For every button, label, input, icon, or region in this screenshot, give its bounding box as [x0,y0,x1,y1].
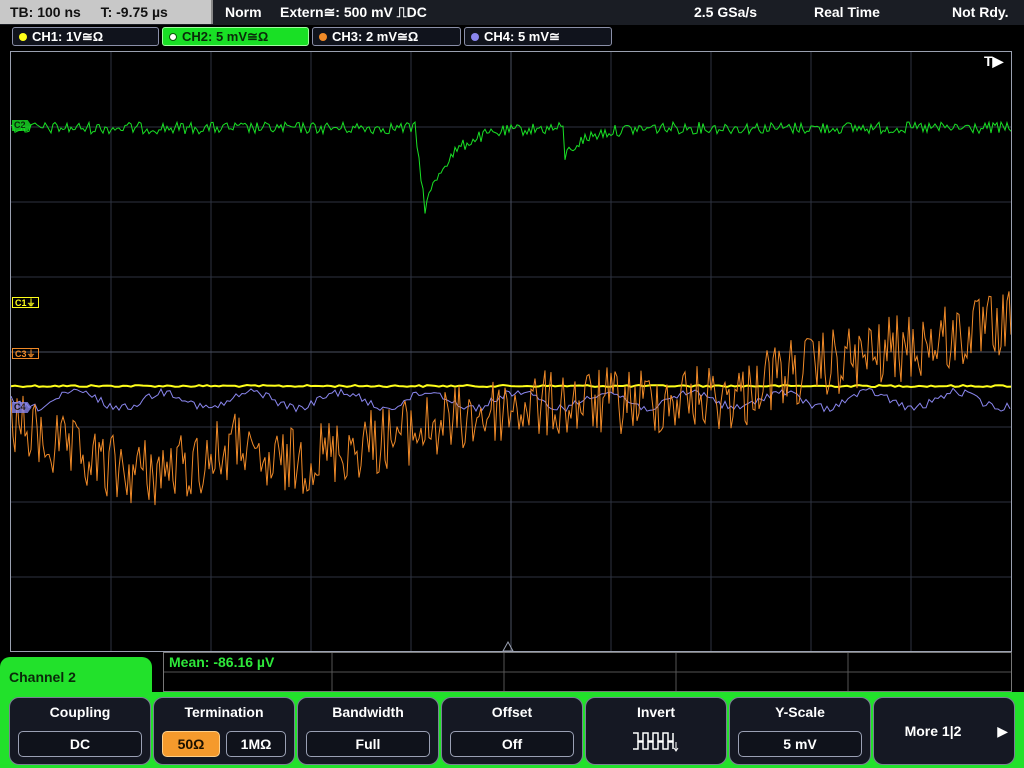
tab-ch2[interactable]: CH2: 5 mV≅Ω [162,27,309,46]
invert-softkey[interactable]: Invert [585,697,727,765]
ch3-ground-marker[interactable]: C3⏚ [12,348,39,359]
trigger-indicator-icon: T▶ [984,53,1004,69]
offset-softkey[interactable]: Offset Off [441,697,583,765]
offset-value[interactable]: Off [450,731,574,757]
trigger-mode[interactable]: Norm [225,0,262,24]
acquisition-mode: Real Time [814,4,880,20]
invert-waveform-icon [633,732,679,752]
invert-title: Invert [636,704,676,720]
yscale-value[interactable]: 5 mV [738,731,862,757]
offset-title: Offset [491,704,533,720]
mean-measurement: Mean: -86.16 µV [169,654,275,670]
center-axes [11,52,1011,651]
trigger-source[interactable]: Extern≅: 500 mV ⎍DC [280,0,427,24]
tab-ch2-label: CH2: 5 mV≅Ω [182,29,269,44]
ch1-ground-marker[interactable]: C1⏚ [12,297,39,308]
termination-1mohm-option[interactable]: 1MΩ [226,731,286,757]
tab-ch3[interactable]: CH3: 2 mV≅Ω [312,27,461,46]
ch1-waveform [11,383,1011,389]
acquisition-status: Not Rdy. [952,4,1009,20]
sample-rate: 2.5 GSa/s [694,4,758,20]
tab-ch4[interactable]: CH4: 5 mV≅ [464,27,612,46]
timebase-readout: TB: 100 ns [10,4,81,20]
menu-title: Channel 2 [0,657,152,697]
waveform-svg [11,52,1011,651]
bandwidth-title: Bandwidth [332,704,404,720]
tab-ch4-label: CH4: 5 mV≅ [484,29,560,44]
coupling-softkey[interactable]: Coupling DC [9,697,151,765]
coupling-title: Coupling [49,704,111,720]
tab-ch1[interactable]: CH1: 1V≅Ω [12,27,159,46]
yscale-title: Y-Scale [775,704,825,720]
yscale-softkey[interactable]: Y-Scale 5 mV [729,697,871,765]
bandwidth-value[interactable]: Full [306,731,430,757]
more-label: More 1|2 [904,723,962,739]
more-arrow-icon: ▶ [997,723,1008,739]
coupling-value[interactable]: DC [18,731,142,757]
ch2-color-icon [169,33,177,41]
ch4-color-icon [471,33,479,41]
termination-50ohm-option[interactable]: 50Ω [162,731,220,757]
trigger-time-readout: T: -9.75 µs [100,4,168,20]
ch3-color-icon [319,33,327,41]
termination-title: Termination [184,704,264,720]
ch4-ground-marker[interactable]: C4 [12,402,32,413]
ch2-ground-marker[interactable]: C2 [12,120,32,131]
termination-softkey[interactable]: Termination 50Ω 1MΩ [153,697,295,765]
more-softkey[interactable]: More 1|2 ▶ [873,697,1015,765]
bandwidth-softkey[interactable]: Bandwidth Full [297,697,439,765]
ch1-color-icon [19,33,27,41]
waveform-display[interactable] [10,51,1012,652]
timebase-panel[interactable]: TB: 100 ns T: -9.75 µs [0,0,213,24]
measurement-panel [163,652,1012,692]
tab-ch3-label: CH3: 2 mV≅Ω [332,29,419,44]
tab-ch1-label: CH1: 1V≅Ω [32,29,104,44]
